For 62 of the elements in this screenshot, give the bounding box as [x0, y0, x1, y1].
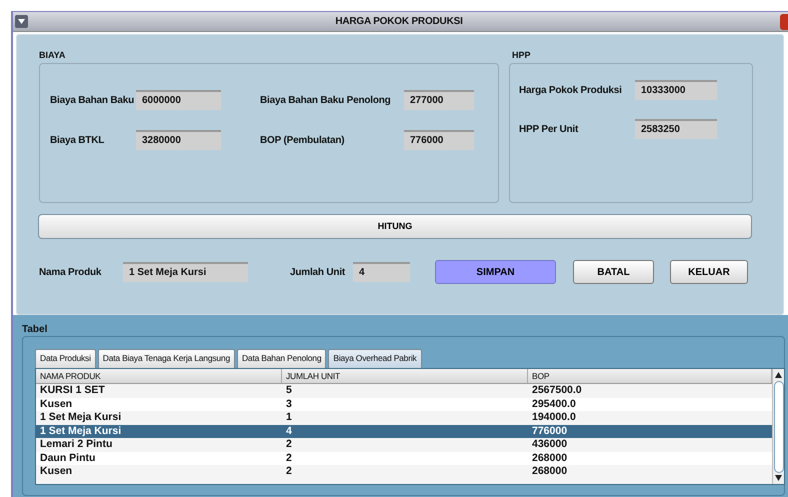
- table-cell-text: Daun Pintu: [39, 452, 96, 465]
- tab[interactable]: Biaya Overhead Pabrik: [328, 349, 422, 368]
- input-field[interactable]: 3280000: [136, 130, 221, 150]
- table-row[interactable]: KURSI 1 SET 5 2567500.0: [36, 384, 772, 398]
- table-cell-text: 4: [285, 424, 293, 438]
- table-row[interactable]: Kusen 3 295400.0: [36, 398, 772, 411]
- table-cell-text: 295400.0: [531, 398, 577, 411]
- input-field[interactable]: 6000000: [136, 90, 221, 110]
- input-field[interactable]: 10333000: [635, 80, 717, 100]
- input-field[interactable]: 1 Set Meja Kursi: [123, 262, 248, 282]
- table-cell-text: 5: [285, 384, 293, 398]
- table-row[interactable]: 1 Set Meja Kursi 4 776000: [36, 424, 772, 438]
- table-row[interactable]: Daun Pintu 2 268000: [36, 452, 772, 465]
- input-field[interactable]: 2583250: [635, 119, 717, 139]
- scroll-down-icon[interactable]: [775, 475, 782, 481]
- table-cell-text: Kusen: [39, 465, 74, 478]
- scrollbar[interactable]: [772, 369, 784, 484]
- scroll-up-icon[interactable]: [775, 372, 782, 378]
- table-cell-text: 1 Set Meja Kursi: [39, 424, 122, 438]
- table-cell-text: 1: [285, 411, 293, 424]
- panel-title: Tabel: [22, 323, 48, 334]
- table-row[interactable]: Lemari 2 Pintu 2 436000: [36, 438, 772, 452]
- input-field[interactable]: 776000: [404, 130, 474, 150]
- input-field[interactable]: 4: [353, 262, 410, 282]
- hitung-button[interactable]: HITUNG: [38, 214, 752, 239]
- table-cell-text: 268000: [531, 452, 568, 465]
- table-cell-text: 2: [285, 452, 293, 465]
- menu-icon[interactable]: [15, 15, 28, 28]
- table-cell-text: KURSI 1 SET: [39, 384, 106, 398]
- table-cell-text: 2: [285, 438, 293, 452]
- table-cell-text: 268000: [531, 465, 568, 478]
- table-cell-text: Lemari 2 Pintu: [39, 438, 114, 452]
- column-header[interactable]: JUMLAH UNIT: [282, 369, 528, 383]
- action-button[interactable]: SIMPAN: [435, 260, 556, 284]
- field-label: Biaya Bahan Baku: [50, 94, 136, 108]
- field-label: BOP (Pembulatan): [260, 134, 346, 148]
- field-label: Biaya Bahan Baku Penolong: [260, 94, 392, 108]
- input-field[interactable]: 277000: [404, 90, 474, 110]
- column-header[interactable]: NAMA PRODUK: [36, 369, 282, 383]
- table-cell-text: 776000: [531, 424, 568, 438]
- tab[interactable]: Data Bahan Penolong: [236, 349, 326, 368]
- action-button[interactable]: KELUAR: [670, 260, 748, 284]
- table-cell-text: 436000: [531, 438, 568, 452]
- field-label: Jumlah Unit: [290, 266, 346, 280]
- tab[interactable]: Data Biaya Tenaga Kerja Langsung: [98, 349, 235, 368]
- field-label: Harga Pokok Produksi: [519, 84, 623, 98]
- table-row[interactable]: Kusen 2 268000: [36, 465, 772, 478]
- table-cell-text: 3: [285, 398, 293, 411]
- tab[interactable]: Data Produksi: [35, 349, 96, 368]
- field-label: Biaya BTKL: [50, 134, 106, 148]
- field-label: Nama Produk: [39, 266, 102, 280]
- table-row[interactable]: 1 Set Meja Kursi 1 194000.0: [36, 411, 772, 424]
- table-cell-text: 194000.0: [531, 411, 577, 424]
- action-button[interactable]: BATAL: [573, 260, 654, 284]
- table-cell-text: 2567500.0: [531, 384, 583, 398]
- group-title: HPP: [512, 50, 532, 60]
- table-cell-text: 2: [285, 465, 293, 478]
- group-title: BIAYA: [39, 50, 66, 60]
- window-title: HARGA POKOK PRODUKSI: [334, 15, 464, 29]
- field-label: HPP Per Unit: [519, 122, 580, 136]
- table-cell-text: Kusen: [39, 398, 74, 411]
- table-cell-text: 1 Set Meja Kursi: [39, 411, 122, 424]
